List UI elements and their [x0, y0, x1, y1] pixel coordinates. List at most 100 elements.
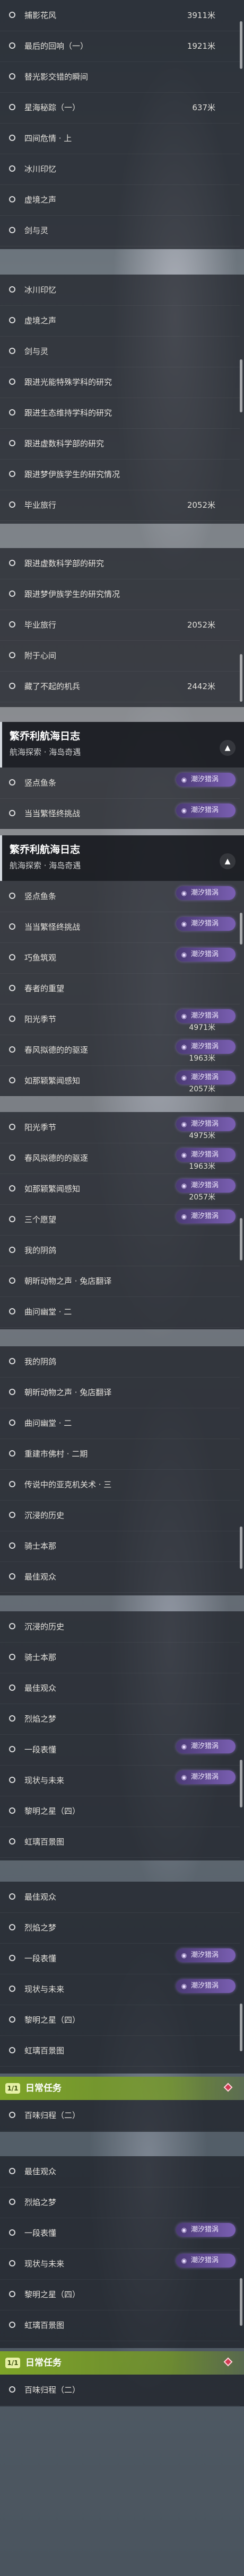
task-item[interactable]: 沉浸的历史 — [0, 1500, 240, 1531]
task-item[interactable]: 朝昕动物之声 · 兔店翻译 — [0, 1266, 240, 1297]
task-distance: 2052米 — [187, 620, 215, 630]
task-item[interactable]: 重建市佛村 · 二期 — [0, 1439, 240, 1470]
task-list-scrollbar[interactable] — [240, 359, 242, 412]
task-item[interactable]: 替光影交错的瞬间 — [0, 61, 240, 93]
task-item[interactable]: 阳光季节 ◉ 潮汐猎涡 4975米 — [0, 1112, 240, 1143]
task-list-scrollbar[interactable] — [240, 2278, 242, 2326]
task-item[interactable]: 跟进虚数科学部的研究 — [0, 548, 240, 579]
task-item[interactable]: 阳光季节 ◉ 潮汐猎涡 4971米 — [0, 1004, 240, 1035]
task-item[interactable]: 最佳观众 — [0, 2156, 240, 2187]
task-list-scrollbar[interactable] — [240, 2004, 242, 2051]
task-list-scrollbar[interactable] — [240, 654, 242, 702]
task-list-scrollbar[interactable] — [240, 913, 242, 945]
daily-task-section-1[interactable]: 1/1 日常任务 — [0, 2077, 244, 2100]
task-item[interactable]: 最佳观众 — [0, 1673, 240, 1704]
task-item[interactable]: 跟进梦伊族学生的研究情况 — [0, 459, 240, 490]
task-item[interactable]: 曲问幽堂 · 二 — [0, 1296, 240, 1328]
task-item[interactable]: 一段表懂 ◉ 潮汐猎涡 — [0, 2218, 240, 2249]
task-item[interactable]: 当当繁怪终挑战 ◉ 潮汐猎涡 — [0, 912, 240, 943]
task-item[interactable]: 竖点鱼条 ◉ 潮汐猎涡 — [0, 881, 240, 912]
task-item[interactable]: 跟进生态维持学科的研究 — [0, 398, 240, 429]
task-label: 沉浸的历史 — [24, 1622, 65, 1631]
badge-label: 潮汐猎涡 — [191, 1012, 219, 1020]
task-item[interactable]: 最后的回响（一） 1921米 — [0, 31, 240, 62]
task-item[interactable]: 如那颖繁闻感知 ◉ 潮汐猎涡 2057米 — [0, 1065, 240, 1097]
task-item[interactable]: 最佳观众 — [0, 1882, 240, 1913]
task-item[interactable]: 一段表懂 ◉ 潮汐猎涡 — [0, 1734, 240, 1766]
collapse-button[interactable]: ▲ — [220, 740, 236, 756]
task-item[interactable]: 烈焰之梦 — [0, 2187, 240, 2218]
radio-circle-icon — [9, 1512, 15, 1518]
task-item[interactable]: 跟进梦伊族学生的研究情况 — [0, 579, 240, 610]
task-label: 沉浸的历史 — [24, 1511, 65, 1520]
task-item[interactable]: 我的阴鸽 — [0, 1346, 240, 1378]
task-item[interactable]: 一段表懂 ◉ 潮汐猎涡 — [0, 1943, 240, 1974]
task-list-scrollbar[interactable] — [240, 1218, 242, 1260]
task-item[interactable]: 黎明之星（四） — [0, 1796, 240, 1827]
tide-wave-icon: ◉ — [181, 1952, 187, 1959]
task-item[interactable]: 我的阴鸽 — [0, 1235, 240, 1266]
task-item[interactable]: 骑士本那 — [0, 1642, 240, 1673]
radio-circle-icon — [9, 1358, 15, 1364]
task-item[interactable]: 剑与灵 — [0, 336, 240, 367]
task-item[interactable]: 巧鱼筑观 ◉ 潮汐猎涡 — [0, 942, 240, 974]
task-item[interactable]: 冰川印忆 — [0, 154, 240, 185]
daily-count-tag: 1/1 — [5, 2358, 20, 2368]
daily-task-section-2[interactable]: 1/1 日常任务 — [0, 2351, 244, 2375]
task-item[interactable]: 烈焰之梦 — [0, 1912, 240, 1944]
task-list-panel-8: 沉浸的历史骑士本那 最佳观众 烈焰之梦 一段表懂 ◉ 潮汐猎涡 现状与未来 ◉ 潮汐猎涡 黎明之星… — [0, 1611, 244, 1860]
task-item[interactable]: 跟进光能特殊学科的研究 — [0, 367, 240, 398]
radio-circle-icon — [9, 2260, 15, 2266]
task-list-scrollbar[interactable] — [240, 21, 242, 69]
task-item[interactable]: 三个愿望 ◉ 潮汐猎涡 — [0, 1204, 240, 1236]
task-item[interactable]: 百味归程（二） — [0, 2100, 240, 2131]
task-item[interactable]: 四间危情 · 上 — [0, 123, 240, 154]
radio-circle-icon — [9, 652, 15, 658]
task-item[interactable]: 现状与未来 ◉ 潮汐猎涡 — [0, 1974, 240, 2005]
task-item[interactable]: 当当繁怪终挑战 ◉ 潮汐猎涡 — [0, 798, 240, 830]
task-label: 朝昕动物之声 · 兔店翻译 — [24, 1388, 112, 1397]
task-item[interactable]: 虹璃百景图 — [0, 1827, 240, 1858]
tide-wave-icon: ◉ — [181, 776, 187, 783]
task-item[interactable]: 朝昕动物之声 · 兔店翻译 — [0, 1377, 240, 1408]
task-item[interactable]: 春风拟德的的驱逐 ◉ 潮汐猎涡 1963米 — [0, 1143, 240, 1174]
task-item[interactable]: 现状与未来 ◉ 潮汐猎涡 — [0, 2248, 240, 2280]
task-item[interactable]: 藏了不起的机兵 2442米 — [0, 671, 240, 702]
task-item[interactable]: 春风拟德的的驱逐 ◉ 潮汐猎涡 1963米 — [0, 1035, 240, 1066]
task-item[interactable]: 曲问幽堂 · 二 — [0, 1408, 240, 1439]
task-item[interactable]: 竖点鱼条 ◉ 潮汐猎涡 — [0, 767, 240, 799]
task-item[interactable]: 附于心间 — [0, 640, 240, 672]
task-item[interactable]: 如那颖繁闻感知 ◉ 潮汐猎涡 2057米 — [0, 1174, 240, 1205]
task-item[interactable]: 跟进虚数科学部的研究 — [0, 428, 240, 460]
task-item[interactable]: 沉浸的历史 — [0, 1611, 240, 1643]
task-item[interactable]: 星海秘踪（一） 637米 — [0, 92, 240, 123]
task-list-scrollbar[interactable] — [240, 1527, 242, 1569]
task-item[interactable]: 虹璃百景图 — [0, 2310, 240, 2341]
task-item[interactable]: 黎明之星（四） — [0, 2279, 240, 2310]
task-item[interactable]: 虚境之声 — [0, 184, 240, 216]
task-list-scrollbar[interactable] — [240, 1760, 242, 1807]
task-item[interactable]: 黎明之星（四） — [0, 2005, 240, 2036]
radio-circle-icon — [9, 2291, 15, 2297]
tide-vortex-badge: ◉ 潮汐猎涡 — [176, 2223, 236, 2237]
task-item[interactable]: 烈焰之梦 — [0, 1704, 240, 1735]
task-item[interactable]: 冰川印忆 — [0, 275, 240, 306]
task-item[interactable]: 捕影花风 3911米 — [0, 0, 240, 31]
task-item[interactable]: 骑士本那 — [0, 1531, 240, 1562]
task-item[interactable]: 传说中的亚克机关术 · 三 — [0, 1469, 240, 1501]
task-label: 百味归程（二） — [24, 2111, 81, 2120]
task-item[interactable]: 剑与灵 — [0, 215, 240, 246]
task-item[interactable]: 虹璃百景图 — [0, 2035, 240, 2067]
task-item[interactable]: 毕业旅行 2052米 — [0, 490, 240, 521]
task-item[interactable]: 春者的重望 — [0, 973, 240, 1004]
collapse-button[interactable]: ▲ — [220, 853, 236, 869]
radio-circle-icon — [9, 1389, 15, 1395]
task-item[interactable]: 毕业旅行 2052米 — [0, 610, 240, 641]
task-distance: 1921米 — [187, 41, 215, 51]
task-item[interactable]: 现状与未来 ◉ 潮汐猎涡 — [0, 1765, 240, 1796]
task-item[interactable]: 百味归程（二） — [0, 2375, 240, 2406]
task-item[interactable]: 虚境之声 — [0, 305, 240, 337]
radio-circle-icon — [9, 409, 15, 416]
task-label: 三个愿望 — [24, 1215, 57, 1224]
task-item[interactable]: 最佳观众 — [0, 1562, 240, 1593]
